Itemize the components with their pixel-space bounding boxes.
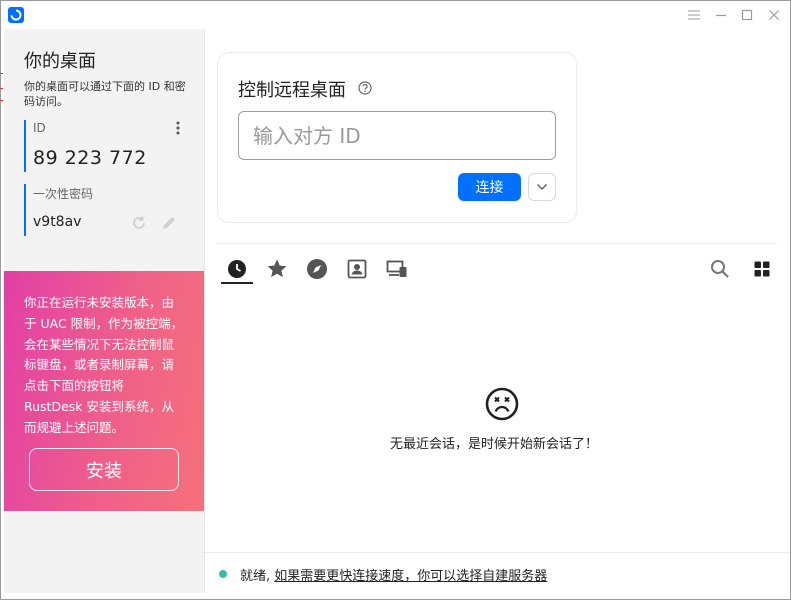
edit-password-icon[interactable] xyxy=(159,213,179,233)
compass-icon xyxy=(307,259,327,279)
active-tab-indicator xyxy=(221,282,253,284)
password-accent-bar xyxy=(24,184,26,236)
refresh-password-icon[interactable] xyxy=(129,213,149,233)
status-bar: 就绪, 如果需要更快连接速度，你可以选择自建服务器 xyxy=(205,552,790,593)
close-icon[interactable] xyxy=(763,5,785,25)
sad-face-icon xyxy=(485,387,519,421)
connect-button[interactable]: 连接 xyxy=(458,173,521,201)
minimize-icon[interactable] xyxy=(710,5,732,25)
your-desktop-title: 你的桌面 xyxy=(24,51,96,72)
custom-server-link[interactable]: 如果需要更快连接速度，你可以选择自建服务器 xyxy=(274,569,547,584)
star-icon xyxy=(267,259,287,278)
edge-artifact xyxy=(0,100,3,101)
rustdesk-logo-icon xyxy=(8,7,24,23)
panel-divider xyxy=(204,29,205,593)
clock-icon xyxy=(228,260,246,278)
empty-sessions-message: 无最近会话，是时候开始新会话了！ xyxy=(390,437,599,452)
id-label: ID xyxy=(33,121,46,135)
app-window: 你的桌面 你的桌面可以通过下面的 ID 和密码访问。 ID 89 223 772… xyxy=(0,0,791,600)
your-desktop-description: 你的桌面可以通过下面的 ID 和密码访问。 xyxy=(24,80,186,108)
title-bar xyxy=(1,1,790,29)
edge-artifact xyxy=(0,73,3,74)
view-mode-button[interactable] xyxy=(749,256,775,282)
tab-address-book[interactable] xyxy=(344,256,370,282)
status-ready-text: 就绪, xyxy=(240,569,271,584)
grid-view-icon xyxy=(754,261,770,277)
connect-options-button[interactable] xyxy=(528,173,556,201)
install-banner-text: 你正在运行未安装版本，由于 UAC 限制，作为被控端，会在某些情况下无法控制鼠标… xyxy=(24,295,184,435)
tab-groups[interactable] xyxy=(384,256,410,282)
chevron-down-icon xyxy=(537,184,547,190)
remote-id-input[interactable] xyxy=(238,111,556,160)
help-icon[interactable] xyxy=(358,81,372,95)
tab-favorites[interactable] xyxy=(264,256,290,282)
status-text: 就绪, 如果需要更快连接速度，你可以选择自建服务器 xyxy=(240,565,547,584)
menu-icon[interactable] xyxy=(683,5,705,25)
search-sessions-button[interactable] xyxy=(707,256,733,282)
address-book-icon xyxy=(347,259,367,279)
devices-icon xyxy=(386,260,407,277)
tab-discovered[interactable] xyxy=(304,256,330,282)
install-button[interactable]: 安装 xyxy=(29,448,179,491)
id-value[interactable]: 89 223 772 xyxy=(33,147,147,169)
more-options-icon[interactable] xyxy=(172,120,184,136)
maximize-icon[interactable] xyxy=(736,5,758,25)
tab-recent-sessions[interactable] xyxy=(224,256,250,282)
status-indicator xyxy=(219,570,227,578)
control-remote-title: 控制远程桌面 xyxy=(238,80,346,101)
id-accent-bar xyxy=(24,120,26,172)
control-remote-card: 控制远程桌面 连接 xyxy=(217,52,577,223)
install-banner: 你正在运行未安装版本，由于 UAC 限制，作为被控端，会在某些情况下无法控制鼠标… xyxy=(4,271,204,511)
password-value[interactable]: v9t8av xyxy=(33,214,81,230)
edge-artifact xyxy=(0,88,3,89)
your-desktop-panel: 你的桌面 你的桌面可以通过下面的 ID 和密码访问。 ID 89 223 772… xyxy=(4,29,204,593)
sessions-divider xyxy=(217,243,777,244)
search-icon xyxy=(711,260,729,278)
password-label: 一次性密码 xyxy=(33,187,94,201)
